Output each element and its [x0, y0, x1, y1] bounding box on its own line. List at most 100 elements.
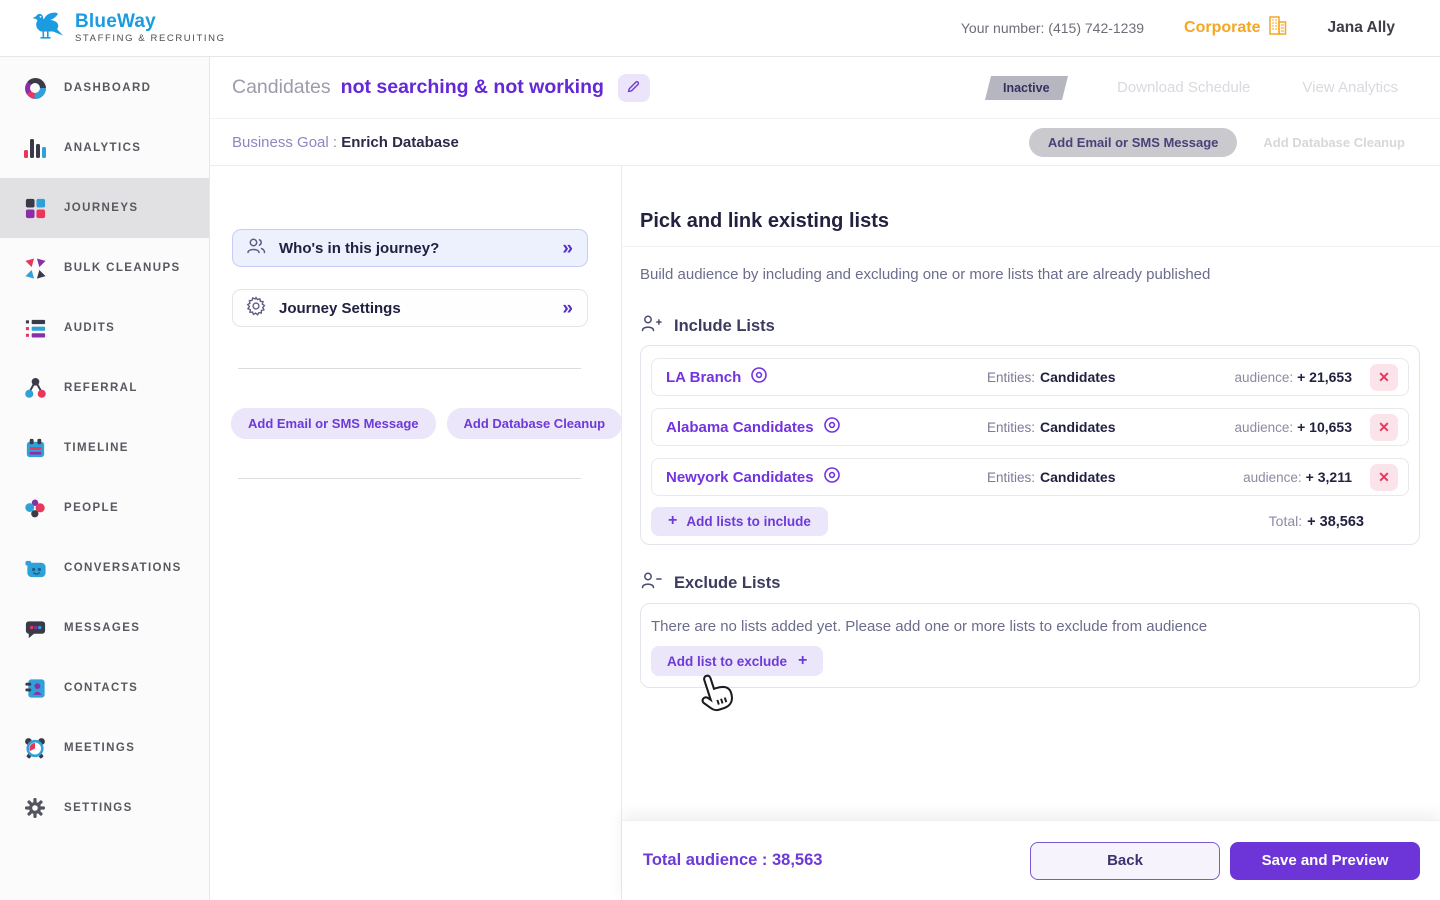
- add-email-sms-button-top[interactable]: Add Email or SMS Message: [1029, 128, 1238, 157]
- divider: [238, 478, 581, 479]
- include-lists-container: LA Branch Entities:Candidates audience:+…: [640, 345, 1420, 545]
- view-target-icon[interactable]: [823, 466, 841, 488]
- plus-icon: +: [798, 652, 807, 670]
- your-number-text: Your number: (415) 742-1239: [961, 20, 1144, 36]
- dashboard-donut-icon: [23, 76, 47, 100]
- audience-text: audience:+ 10,653: [1235, 419, 1352, 435]
- sidebar-item-label: REFERRAL: [64, 382, 138, 394]
- sidebar-item-audits[interactable]: AUDITS: [0, 298, 209, 358]
- list-row: Alabama Candidates Entities:Candidates a…: [651, 408, 1409, 446]
- back-button[interactable]: Back: [1030, 842, 1220, 880]
- sidebar-item-referral[interactable]: REFERRAL: [0, 358, 209, 418]
- journey-entity-label: Candidates: [232, 76, 331, 99]
- sidebar-item-settings[interactable]: SETTINGS: [0, 778, 209, 838]
- sidebar-item-label: ANALYTICS: [64, 142, 141, 154]
- add-list-to-exclude-button[interactable]: Add list to exclude +: [651, 646, 823, 676]
- entities-text: Entities:Candidates: [987, 419, 1116, 435]
- whos-in-journey-card[interactable]: Who's in this journey? »: [232, 229, 588, 267]
- alarm-clock-icon: [23, 736, 47, 760]
- topbar: BlueWay STAFFING & RECRUITING Your numbe…: [0, 0, 1440, 57]
- whos-in-journey-label: Who's in this journey?: [279, 240, 550, 257]
- add-email-sms-button-panel[interactable]: Add Email or SMS Message: [231, 408, 436, 439]
- bird-logo-icon: [30, 10, 66, 47]
- list-link[interactable]: LA Branch: [666, 366, 768, 388]
- calendar-icon: [23, 436, 47, 460]
- grid-squares-icon: [23, 196, 47, 220]
- journey-header: Candidates not searching & not working I…: [210, 57, 1440, 119]
- sidebar-item-timeline[interactable]: TIMELINE: [0, 418, 209, 478]
- person-plus-icon: [640, 313, 662, 340]
- business-goal-label: Business Goal :: [232, 134, 337, 151]
- chat-bubble-icon: [23, 616, 47, 640]
- sidebar-item-label: CONTACTS: [64, 682, 138, 694]
- view-target-icon[interactable]: [823, 416, 841, 438]
- list-link[interactable]: Newyork Candidates: [666, 466, 841, 488]
- sidebar-item-label: DASHBOARD: [64, 82, 151, 94]
- pinwheel-arrows-icon: [23, 256, 47, 280]
- chevron-double-right-icon: »: [562, 299, 573, 318]
- pencil-icon: [626, 79, 641, 97]
- sidebar: DASHBOARD ANALYTICS: [0, 57, 210, 900]
- journey-steps-panel: Who's in this journey? » Journey Setting…: [210, 166, 622, 900]
- view-target-icon[interactable]: [750, 366, 768, 388]
- sidebar-item-analytics[interactable]: ANALYTICS: [0, 118, 209, 178]
- view-analytics-button[interactable]: View Analytics: [1302, 79, 1398, 96]
- edit-journey-name-button[interactable]: [618, 74, 650, 102]
- exclude-lists-header: Exclude Lists: [674, 574, 780, 593]
- audience-builder-panel: Pick and link existing lists Build audie…: [622, 166, 1440, 900]
- footer-bar: Total audience : 38,563 Back Save and Pr…: [622, 820, 1440, 900]
- sidebar-item-label: BULK CLEANUPS: [64, 262, 181, 274]
- list-link[interactable]: Alabama Candidates: [666, 416, 841, 438]
- remove-list-button[interactable]: ✕: [1370, 364, 1398, 391]
- journey-settings-card[interactable]: Journey Settings »: [232, 289, 588, 327]
- gear-outline-icon: [245, 295, 267, 322]
- sidebar-item-label: TIMELINE: [64, 442, 129, 454]
- business-goal-bar: Business Goal : Enrich Database Add Emai…: [210, 119, 1440, 166]
- divider: [622, 246, 1440, 247]
- gear-icon: [23, 796, 47, 820]
- add-database-cleanup-button-panel[interactable]: Add Database Cleanup: [447, 408, 623, 439]
- sidebar-item-label: SETTINGS: [64, 802, 133, 814]
- include-total: Total:+ 38,563: [1269, 513, 1364, 530]
- add-lists-to-include-button[interactable]: + Add lists to include: [651, 507, 828, 536]
- entities-text: Entities:Candidates: [987, 469, 1116, 485]
- sidebar-item-label: AUDITS: [64, 322, 115, 334]
- sidebar-item-meetings[interactable]: MEETINGS: [0, 718, 209, 778]
- brand-logo[interactable]: BlueWay STAFFING & RECRUITING: [30, 10, 226, 47]
- sidebar-item-conversations[interactable]: CONVERSATIONS: [0, 538, 209, 598]
- business-goal-value: Enrich Database: [341, 134, 459, 151]
- download-schedule-button[interactable]: Download Schedule: [1117, 79, 1250, 96]
- audience-text: audience:+ 21,653: [1235, 369, 1352, 385]
- sidebar-item-journeys[interactable]: JOURNEYS: [0, 178, 209, 238]
- divider: [238, 368, 581, 369]
- brand-name: BlueWay: [75, 12, 226, 32]
- sidebar-item-dashboard[interactable]: DASHBOARD: [0, 58, 209, 118]
- add-database-cleanup-button-top[interactable]: Add Database Cleanup: [1263, 135, 1405, 150]
- save-and-preview-button[interactable]: Save and Preview: [1230, 842, 1420, 880]
- sidebar-item-label: MESSAGES: [64, 622, 140, 634]
- remove-list-button[interactable]: ✕: [1370, 414, 1398, 441]
- users-icon: [245, 235, 267, 262]
- chevron-double-right-icon: »: [562, 239, 573, 258]
- sidebar-item-contacts[interactable]: CONTACTS: [0, 658, 209, 718]
- total-audience-text: Total audience : 38,563: [643, 851, 822, 870]
- sidebar-item-people[interactable]: PEOPLE: [0, 478, 209, 538]
- user-menu[interactable]: Jana Ally: [1328, 19, 1396, 37]
- app-window: BlueWay STAFFING & RECRUITING Your numbe…: [0, 0, 1440, 900]
- exclude-lists-container: There are no lists added yet. Please add…: [640, 603, 1420, 688]
- sidebar-item-label: PEOPLE: [64, 502, 119, 514]
- corporate-switcher[interactable]: Corporate: [1184, 14, 1287, 42]
- building-icon: [1267, 14, 1288, 42]
- robot-icon: [23, 556, 47, 580]
- list-icon: [23, 316, 47, 340]
- sidebar-item-label: JOURNEYS: [64, 202, 138, 214]
- brand-tagline: STAFFING & RECRUITING: [75, 34, 226, 44]
- panel-title: Pick and link existing lists: [640, 210, 889, 233]
- sidebar-item-messages[interactable]: MESSAGES: [0, 598, 209, 658]
- sidebar-item-bulk-cleanups[interactable]: BULK CLEANUPS: [0, 238, 209, 298]
- journey-settings-label: Journey Settings: [279, 300, 550, 317]
- list-row: Newyork Candidates Entities:Candidates a…: [651, 458, 1409, 496]
- list-row: LA Branch Entities:Candidates audience:+…: [651, 358, 1409, 396]
- remove-list-button[interactable]: ✕: [1370, 464, 1398, 491]
- plus-icon: +: [668, 512, 677, 530]
